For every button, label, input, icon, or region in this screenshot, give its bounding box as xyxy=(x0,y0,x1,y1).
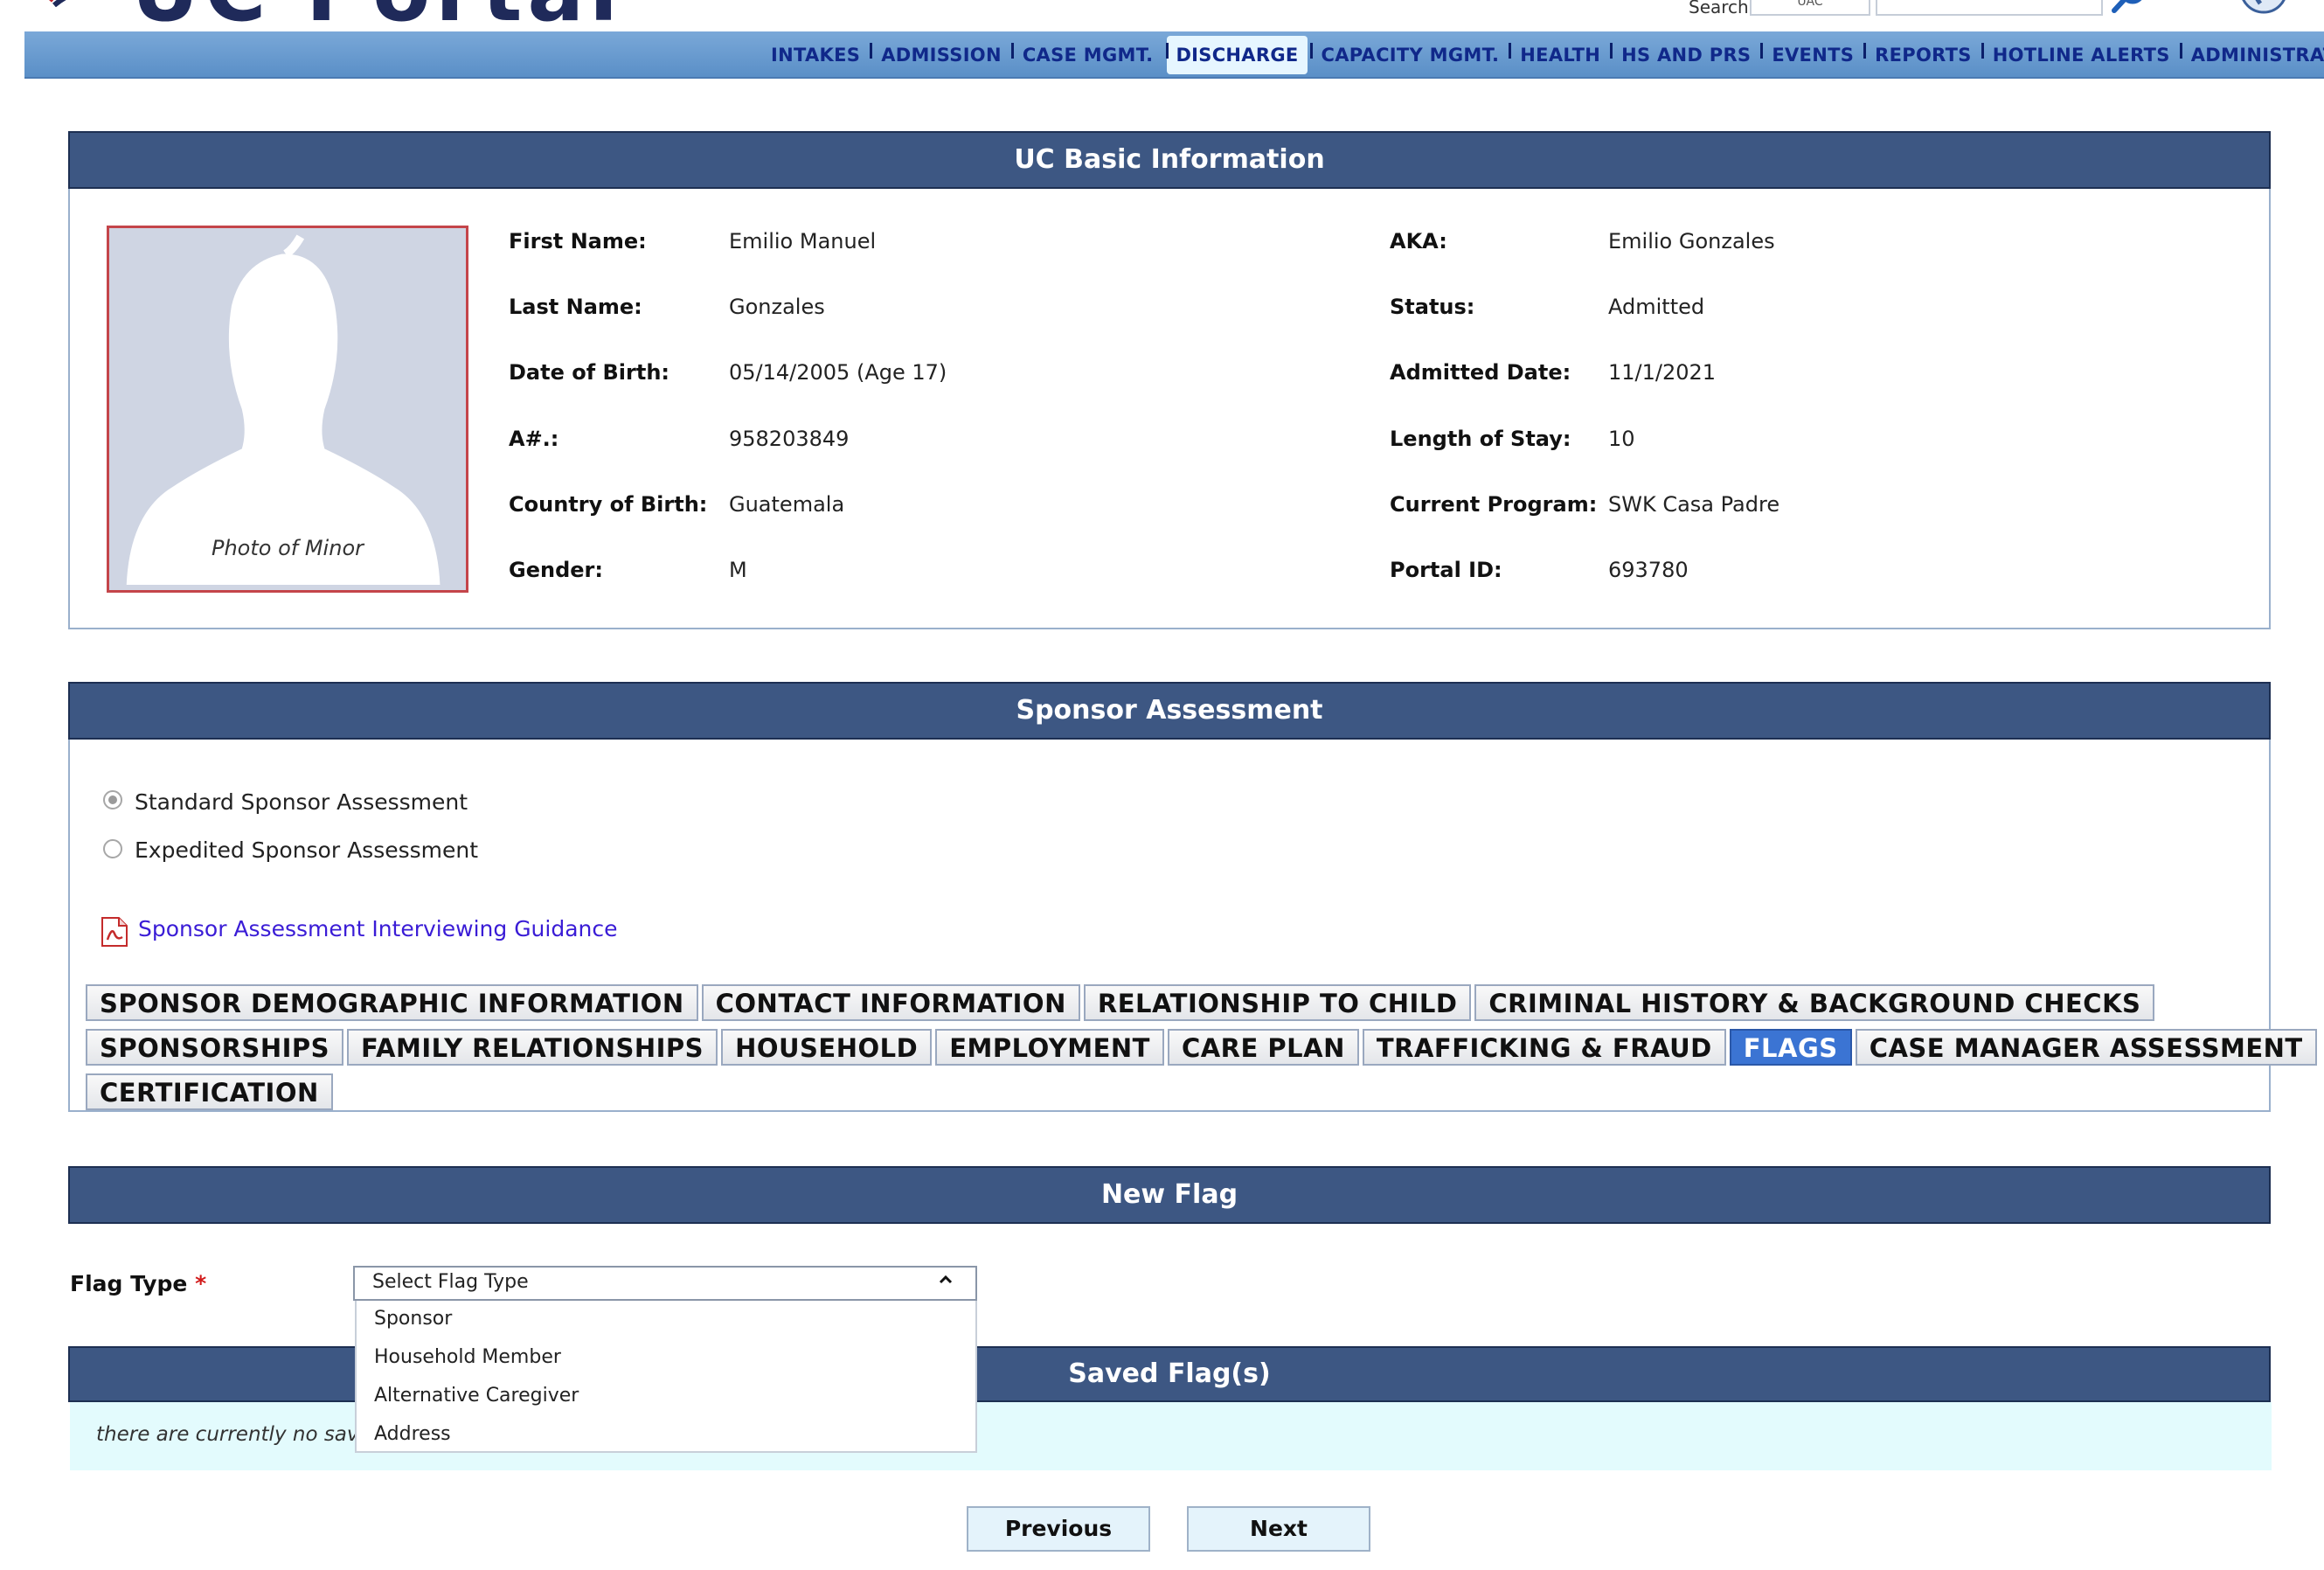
expedited-assessment-label: Expedited Sponsor Assessment xyxy=(135,837,479,863)
admitted-date-label: Admitted Date: xyxy=(1390,360,1571,385)
first-name-value: Emilio Manuel xyxy=(729,229,877,254)
gender-label: Gender: xyxy=(509,558,603,582)
current-program-label: Current Program: xyxy=(1390,492,1598,517)
tab-sponsorships[interactable]: SPONSORSHIPS xyxy=(86,1029,344,1066)
nav-hs-and-prs[interactable]: HS AND PRS xyxy=(1610,36,1761,74)
flag-option-alternative-caregiver[interactable]: Alternative Caregiver xyxy=(374,1385,579,1407)
search-input[interactable] xyxy=(1876,0,2103,16)
tab-case-manager-assessment[interactable]: CASE MANAGER ASSESSMENT xyxy=(1855,1029,2317,1066)
basic-info-header: UC Basic Information xyxy=(68,131,2271,189)
chevron-up-icon[interactable] xyxy=(935,1269,956,1290)
a-number-value: 958203849 xyxy=(729,427,850,451)
tab-certification[interactable]: CERTIFICATION xyxy=(86,1073,333,1110)
logo-icon xyxy=(49,0,66,7)
flag-option-sponsor[interactable]: Sponsor xyxy=(374,1308,452,1330)
tab-flags[interactable]: FLAGS xyxy=(1729,1029,1852,1066)
aka-label: AKA: xyxy=(1390,229,1447,254)
main-nav: INTAKES ADMISSION CASE MGMT. DISCHARGE C… xyxy=(760,35,2324,75)
tab-sponsor-demographic-information[interactable]: SPONSOR DEMOGRAPHIC INFORMATION xyxy=(86,984,698,1021)
standard-assessment-radio[interactable] xyxy=(103,790,122,809)
search-scope-select[interactable]: UAC xyxy=(1750,0,1870,16)
nav-health[interactable]: HEALTH xyxy=(1509,36,1611,74)
flag-option-address[interactable]: Address xyxy=(374,1423,451,1445)
search-label: Search xyxy=(1689,0,1749,17)
length-of-stay-label: Length of Stay: xyxy=(1390,427,1571,451)
assessment-tabs-row-3: CERTIFICATION xyxy=(86,1073,336,1110)
tab-criminal-history-background-checks[interactable]: CRIMINAL HISTORY & BACKGROUND CHECKS xyxy=(1474,984,2155,1021)
app-title: UC Portal xyxy=(131,0,623,33)
admitted-date-value: 11/1/2021 xyxy=(1608,360,1717,385)
nav-discharge[interactable]: DISCHARGE xyxy=(1166,36,1308,74)
required-indicator: * xyxy=(195,1271,207,1296)
current-program-value: SWK Casa Padre xyxy=(1608,492,1780,517)
flag-type-dropdown: Sponsor Household Member Alternative Car… xyxy=(355,1301,977,1453)
nav-hotline-alerts[interactable]: HOTLINE ALERTS xyxy=(1981,36,2181,74)
country-of-birth-value: Guatemala xyxy=(729,492,845,517)
expedited-assessment-radio[interactable] xyxy=(103,839,122,858)
gender-value: M xyxy=(729,558,747,582)
nav-reports[interactable]: REPORTS xyxy=(1863,36,1982,74)
photo-caption: Photo of Minor xyxy=(212,536,364,560)
next-button[interactable]: Next xyxy=(1187,1506,1370,1552)
tab-household[interactable]: HOUSEHOLD xyxy=(721,1029,933,1066)
photo-of-minor: Photo of Minor xyxy=(107,226,468,593)
a-number-label: A#.: xyxy=(509,427,559,451)
nav-case-mgmt[interactable]: CASE MGMT. xyxy=(1010,36,1164,74)
last-name-value: Gonzales xyxy=(729,295,825,319)
status-label: Status: xyxy=(1390,295,1475,319)
dob-label: Date of Birth: xyxy=(509,360,670,385)
tab-care-plan[interactable]: CARE PLAN xyxy=(1167,1029,1359,1066)
portal-id-label: Portal ID: xyxy=(1390,558,1502,582)
aka-value: Emilio Gonzales xyxy=(1608,229,1775,254)
tab-trafficking-fraud[interactable]: TRAFFICKING & FRAUD xyxy=(1362,1029,1726,1066)
flag-type-label: Flag Type * xyxy=(70,1271,206,1296)
tab-employment[interactable]: EMPLOYMENT xyxy=(935,1029,1164,1066)
status-value: Admitted xyxy=(1608,295,1705,319)
tab-relationship-to-child[interactable]: RELATIONSHIP TO CHILD xyxy=(1083,984,1472,1021)
standard-assessment-label: Standard Sponsor Assessment xyxy=(135,789,468,815)
previous-button[interactable]: Previous xyxy=(967,1506,1150,1552)
country-of-birth-label: Country of Birth: xyxy=(509,492,708,517)
assessment-tabs-row-2: SPONSORSHIPS FAMILY RELATIONSHIPS HOUSEH… xyxy=(86,1029,2321,1066)
nav-intakes[interactable]: INTAKES xyxy=(760,36,871,74)
portal-id-value: 693780 xyxy=(1608,558,1689,582)
saved-flags-empty-text: there are currently no saved xyxy=(96,1423,385,1446)
length-of-stay-value: 10 xyxy=(1608,427,1635,451)
interviewing-guidance-link[interactable]: Sponsor Assessment Interviewing Guidance xyxy=(138,916,618,941)
pdf-icon xyxy=(101,917,128,947)
nav-capacity-mgmt[interactable]: CAPACITY MGMT. xyxy=(1309,36,1510,74)
assessment-tabs-row-1: SPONSOR DEMOGRAPHIC INFORMATION CONTACT … xyxy=(86,984,2158,1021)
first-name-label: First Name: xyxy=(509,229,647,254)
last-name-label: Last Name: xyxy=(509,295,642,319)
nav-events[interactable]: EVENTS xyxy=(1760,36,1864,74)
flag-type-selected-value: Select Flag Type xyxy=(372,1271,529,1293)
flag-option-household-member[interactable]: Household Member xyxy=(374,1346,561,1368)
sponsor-assessment-header: Sponsor Assessment xyxy=(68,682,2271,740)
dob-value: 05/14/2005 (Age 17) xyxy=(729,360,947,385)
nav-administration[interactable]: ADMINISTRATION xyxy=(2179,36,2324,74)
flag-type-label-text: Flag Type xyxy=(70,1271,188,1296)
tab-family-relationships[interactable]: FAMILY RELATIONSHIPS xyxy=(347,1029,718,1066)
new-flag-header: New Flag xyxy=(68,1166,2271,1224)
nav-admission[interactable]: ADMISSION xyxy=(870,36,1012,74)
tab-contact-information[interactable]: CONTACT INFORMATION xyxy=(701,984,1080,1021)
